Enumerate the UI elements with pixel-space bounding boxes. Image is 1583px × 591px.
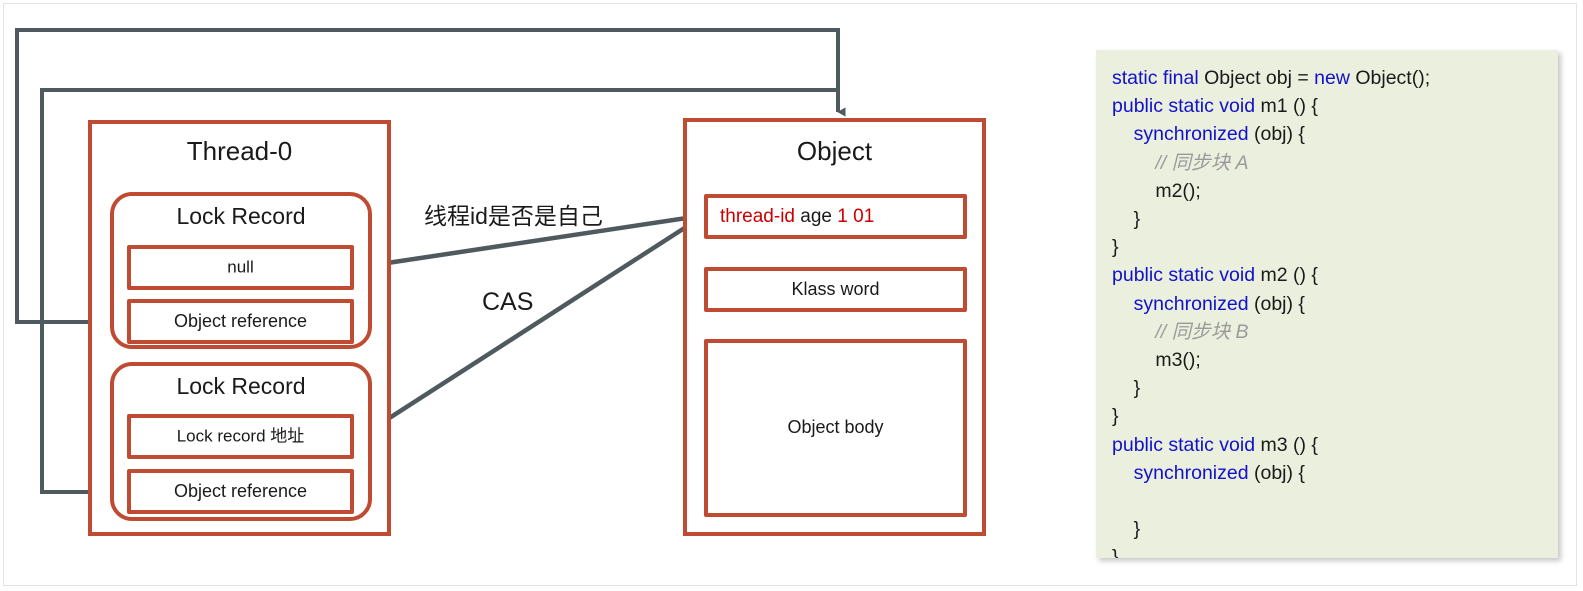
code-line: public static void m3 () { — [1112, 431, 1542, 459]
lock-record-2-title: Lock Record — [176, 373, 306, 399]
code-token: synchronized — [1133, 461, 1254, 484]
lock-record-1-title: Lock Record — [176, 203, 306, 229]
code-line: // 同步块 B — [1112, 318, 1542, 346]
mark-word-biased-bit: 1 — [837, 205, 848, 227]
lock-record-1-mark-slot-text: null — [227, 257, 254, 277]
code-token: Object(); — [1355, 67, 1431, 89]
code-line: } — [1112, 205, 1542, 233]
diagram-page: Thread-0 Lock Record null Object referen… — [0, 0, 1583, 591]
code-token: } — [1112, 377, 1141, 400]
mark-word-cell: thread-id age 1 01 — [704, 194, 967, 239]
code-line: } — [1112, 233, 1542, 261]
code-token: } — [1112, 518, 1141, 541]
object-title: Object — [796, 136, 873, 166]
object-body-cell: Object body — [704, 339, 967, 517]
code-line: } — [1112, 402, 1542, 430]
code-token: m3 () { — [1260, 433, 1318, 456]
code-token: public static void — [1112, 95, 1261, 118]
code-token: public static void — [1112, 433, 1261, 456]
klass-word-text: Klass word — [791, 278, 880, 299]
code-lines: static final Object obj = new Object(); p… — [1112, 64, 1542, 558]
code-token: } — [1112, 405, 1119, 428]
code-line: static final Object obj = new Object(); — [1112, 64, 1542, 92]
code-line: synchronized (obj) { — [1112, 290, 1542, 318]
code-token: m3(); — [1112, 349, 1201, 372]
code-token: public static void — [1112, 264, 1261, 287]
code-line: synchronized (obj) { — [1112, 459, 1542, 487]
code-token: // 同步块 B — [1112, 320, 1249, 343]
code-line: } — [1112, 543, 1542, 558]
lock-record-1-object-reference-text: Object reference — [173, 310, 308, 331]
thread-id-check-label: 线程id是否是自己 — [424, 203, 603, 229]
code-token: (obj) { — [1254, 292, 1305, 315]
code-token: new — [1314, 67, 1356, 89]
mark-word-text: thread-id age 1 01 — [720, 206, 874, 228]
code-token: static final — [1112, 67, 1205, 89]
code-token: (obj) { — [1254, 461, 1305, 484]
lock-record-2-mark-slot: Lock record 地址 — [127, 414, 354, 459]
code-token: m2 () { — [1260, 264, 1318, 287]
code-line: } — [1112, 515, 1542, 543]
cas-arrow — [358, 216, 702, 439]
code-token: } — [1112, 546, 1119, 558]
lock-record-2-mark-slot-text: Lock record 地址 — [176, 426, 305, 446]
code-token: Object obj = — [1204, 67, 1315, 89]
lock-record-1-mark-slot: null — [127, 245, 354, 290]
code-token: m2(); — [1112, 179, 1201, 202]
code-line: m2(); — [1112, 177, 1542, 205]
klass-word-cell: Klass word — [704, 267, 967, 312]
cas-label: CAS — [482, 288, 534, 316]
lock-record-1-object-reference: Object reference — [127, 299, 354, 344]
code-panel: static final Object obj = new Object(); p… — [1096, 50, 1558, 558]
code-token: m1 () { — [1260, 95, 1318, 118]
code-line: m3(); — [1112, 346, 1542, 374]
code-line: synchronized (obj) { — [1112, 120, 1542, 148]
code-line: public static void m1 () { — [1112, 92, 1542, 120]
thread-title: Thread-0 — [186, 136, 293, 166]
code-line: public static void m2 () { — [1112, 261, 1542, 289]
code-line: // 同步块 A — [1112, 149, 1542, 177]
code-token: synchronized — [1133, 123, 1254, 146]
code-line: } — [1112, 374, 1542, 402]
code-token: (obj) { — [1254, 123, 1305, 146]
mark-word-thread-id: thread-id — [720, 205, 795, 227]
code-token: synchronized — [1133, 292, 1254, 315]
mark-word-age: age — [800, 205, 832, 227]
object-body-text: Object body — [787, 417, 884, 438]
code-token: // 同步块 A — [1112, 151, 1249, 174]
mark-word-lock-bits: 01 — [853, 205, 875, 227]
lock-record-2-object-reference: Object reference — [127, 469, 354, 514]
lock-record-2-object-reference-text: Object reference — [173, 480, 308, 501]
code-token: } — [1112, 208, 1141, 231]
code-token: } — [1112, 236, 1119, 259]
